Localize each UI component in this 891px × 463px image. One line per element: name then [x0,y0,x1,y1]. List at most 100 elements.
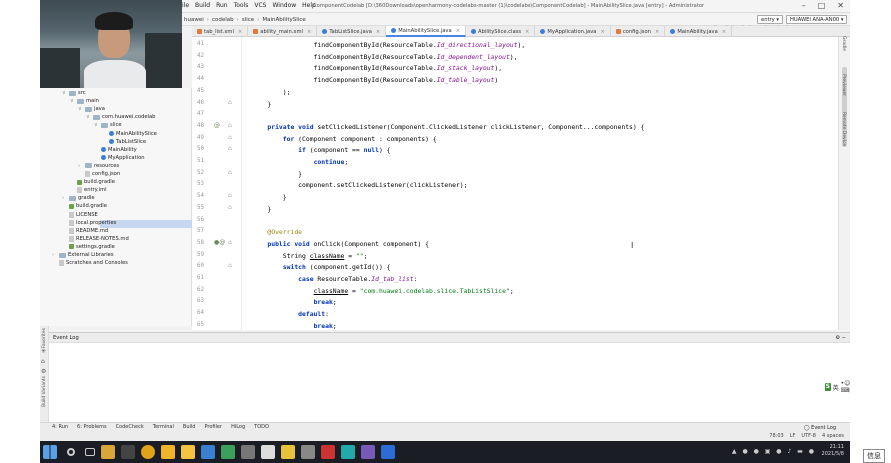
tree-item[interactable]: MainAbilitySlice [102,131,157,137]
menu-item-tools[interactable]: Tools [234,2,249,9]
status-item[interactable]: 78:03 [769,433,783,439]
app-icon-devstudio[interactable] [381,445,395,459]
fold-marker-icon[interactable]: ⌂ [228,169,232,176]
close-tab-icon[interactable]: × [307,29,311,35]
tool-strip-remote-device[interactable]: Remote Device [841,112,846,146]
event-log-actions[interactable]: ⚙ − [835,335,846,341]
tree-item[interactable]: ∨ src [62,90,86,96]
windows-start-icon[interactable] [43,445,57,459]
system-tray-icons[interactable]: ▲ ● ● ▣ ● ♪ ▬ ● [732,448,816,455]
tree-item[interactable]: ∨ slice [94,122,122,128]
tree-item[interactable]: MyApplication [94,155,145,161]
tab-mainability-java[interactable]: MainAbility.java × [665,26,733,37]
app-icon-purple[interactable] [361,445,375,459]
tool-button-6-problems[interactable]: 6: Problems [77,424,107,430]
tab-myapplication-java[interactable]: MyApplication.java × [535,26,611,37]
app-icon-gray[interactable] [241,445,255,459]
tree-item[interactable]: config.json [78,171,120,177]
tool-button-build[interactable]: Build [183,424,196,430]
status-item[interactable]: UTF-8 [801,433,816,439]
chevron-down-icon[interactable]: ∨ [70,98,75,104]
close-tab-icon[interactable]: × [238,29,242,35]
tool-button-terminal[interactable]: Terminal [153,424,174,430]
tree-item[interactable]: build.gradle [62,203,107,209]
tree-item[interactable]: › gradle [62,195,95,201]
tree-item[interactable]: TabListSlice [102,139,146,145]
tab-config-json[interactable]: config.json × [611,26,666,37]
tool-strip-build-variants[interactable]: Build Variants [42,376,47,407]
fold-marker-icon[interactable]: ⌂ [228,99,232,106]
app-icon-camera[interactable] [301,445,315,459]
close-tab-icon[interactable]: × [600,29,604,35]
fold-marker-icon[interactable]: ⌂ [228,239,232,246]
code-editor[interactable]: 41 42 43 44 45 46 47 48 49 50 51 52 53 54 55 56 57 58 59 60… [192,37,838,330]
tab-tab-list-xml[interactable]: tab_list.xml × [192,26,249,37]
tree-item[interactable]: ∨ com.huawei.codelab [86,114,155,120]
chevron-down-icon[interactable]: ∨ [94,122,99,128]
tool-button-codecheck[interactable]: CodeCheck [116,424,144,430]
close-tab-icon[interactable]: × [525,29,529,35]
breadcrumb-item[interactable]: huawei [184,17,204,23]
tool-strip-favorites[interactable]: Favorites [42,328,47,348]
tab-tablistslice-java[interactable]: TabListSlice.java × [317,26,387,37]
minimize-icon[interactable]: – [802,1,806,10]
chevron-right-icon[interactable]: › [62,195,67,201]
tool-button-todo[interactable]: TODO [254,424,269,430]
tree-item[interactable]: RELEASE-NOTES.md [62,235,129,242]
app-icon-green[interactable] [221,445,235,459]
tool-strip-previewer[interactable]: Previewer [841,74,846,96]
fold-marker-icon[interactable]: ⌂ [228,192,232,199]
close-tab-icon[interactable]: × [376,29,380,35]
app-icon-white[interactable] [261,445,275,459]
status-item[interactable]: 4 spaces [822,433,844,439]
trash-icon[interactable]: ⌂ [41,357,46,367]
tool-button-profiler[interactable]: Profiler [204,424,222,430]
tree-item[interactable]: LICENSE [62,211,98,218]
maximize-icon[interactable]: □ [818,1,826,10]
app-icon-yellow[interactable] [281,445,295,459]
menu-item-build[interactable]: Build [195,2,210,9]
tree-item[interactable]: settings.gradle [62,244,115,250]
override-marker-icon[interactable]: ●@ [214,239,225,246]
tree-item[interactable]: entry.iml [70,187,107,194]
settings-icon[interactable]: ⚙ [41,367,46,377]
menu-item-window[interactable]: Window [273,2,297,9]
tab-mainabilityslice-java[interactable]: MainAbilitySlice.java × [386,26,467,37]
close-icon[interactable]: ✕ [837,1,844,10]
fold-marker-icon[interactable]: ⌂ [228,262,232,269]
tree-item[interactable]: README.md [62,227,108,234]
tree-item[interactable]: ∨ java [78,106,105,112]
task-view-icon[interactable] [85,448,95,456]
status-item[interactable]: LF [790,433,796,439]
app-icon-blue[interactable] [201,445,215,459]
app-icon-terminal[interactable] [121,445,135,459]
tab-ability-main-xml[interactable]: ability_main.xml × [248,26,318,37]
close-tab-icon[interactable]: × [722,29,726,35]
chevron-down-icon[interactable]: ∨ [62,90,67,96]
ime-mode[interactable]: 英 [833,383,839,392]
tool-strip-gradle[interactable]: Gradle [841,36,846,51]
fold-marker-icon[interactable]: ⌂ [228,122,232,129]
fold-marker-icon[interactable]: ⌂ [228,204,232,211]
breadcrumb-item[interactable]: codelab [212,17,234,23]
fold-marker-icon[interactable]: ⌂ [228,134,232,141]
chevron-down-icon[interactable]: ∨ [86,114,91,120]
chevron-down-icon[interactable]: ∨ [78,106,83,112]
ime-tools-icon[interactable]: •☺⌨▦ [841,380,850,394]
close-tab-icon[interactable]: × [655,29,659,35]
app-icon-files[interactable] [161,445,175,459]
fold-marker-icon[interactable]: ⌂ [228,145,232,152]
chevron-right-icon[interactable]: › [52,252,57,258]
menu-item-vcs[interactable]: VCS [254,2,266,9]
chevron-right-icon[interactable]: › [78,163,83,169]
app-icon-red[interactable] [321,445,335,459]
app-icon-explorer[interactable] [101,445,115,459]
tree-item[interactable]: local.properties [62,219,116,226]
menu-item-ile[interactable]: ile [182,2,189,9]
tree-item[interactable]: Scratches and Consoles [52,260,128,267]
tree-item[interactable]: › resources [78,163,119,169]
tab-abilityslice-class[interactable]: AbilitySlice.class × [466,26,536,37]
system-clock[interactable]: 21:11 2021/5/8 [822,444,844,458]
pin-icon[interactable]: ✳ [41,347,46,357]
tree-item[interactable]: ∨ main [70,98,99,104]
